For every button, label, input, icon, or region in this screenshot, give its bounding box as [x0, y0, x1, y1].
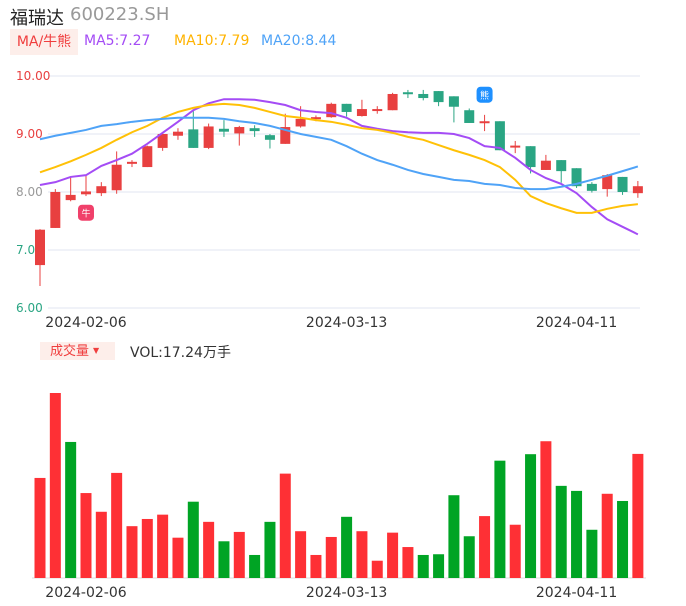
x-tick-label: 2024-04-11 [536, 315, 617, 331]
volume-bar [295, 531, 307, 578]
volume-bar [126, 526, 138, 578]
candle-down [464, 110, 475, 123]
volume-x-tick-label: 2024-03-13 [306, 585, 387, 601]
volume-bar [233, 531, 245, 578]
volume-x-tick-label: 2024-02-06 [45, 585, 126, 601]
candle-up [96, 186, 107, 194]
candle-down [418, 93, 429, 99]
volume-bar [141, 518, 153, 578]
bear-marker-label: 熊 [480, 90, 489, 102]
volume-tab-label: 成交量 [50, 344, 90, 359]
volume-bar [279, 473, 291, 578]
x-tick-label: 2024-03-13 [306, 315, 387, 331]
volume-bar [95, 511, 107, 578]
candle-down [188, 129, 199, 148]
volume-bar [34, 477, 46, 578]
volume-bar [80, 493, 92, 578]
candle-down [448, 96, 459, 107]
volume-bar [433, 554, 445, 578]
volume-bar [65, 441, 77, 578]
volume-bar [494, 460, 506, 578]
volume-bar [448, 495, 460, 578]
volume-bar [617, 500, 629, 578]
candle-up [356, 109, 367, 117]
volume-bar [310, 554, 322, 578]
candle-down [402, 92, 413, 95]
volume-bar [402, 547, 414, 578]
volume-bar [479, 516, 491, 578]
candle-up [111, 164, 122, 191]
candle-up [126, 161, 137, 164]
candle-up [479, 121, 490, 124]
volume-bar [371, 560, 383, 578]
volume-bar [540, 441, 552, 578]
volume-bar [325, 536, 337, 578]
volume-bar [463, 536, 475, 578]
candle-up [510, 145, 521, 148]
candle-down [433, 91, 444, 103]
dropdown-triangle-icon: ▼ [93, 346, 100, 355]
candle-down [494, 121, 505, 151]
volume-bar [203, 521, 215, 578]
stock-code: 600223.SH [70, 4, 170, 25]
volume-bar [249, 554, 261, 578]
candle-up [50, 192, 61, 228]
ma10-line [39, 102, 638, 214]
stock-name: 福瑞达 [10, 8, 64, 29]
candle-up [540, 160, 551, 170]
candle-up [387, 93, 398, 111]
candle-up [234, 127, 245, 134]
y-tick-label: 9.00 [16, 127, 43, 141]
volume-indicator-dropdown[interactable]: 成交量 ▼ [40, 342, 115, 360]
volume-bar [417, 554, 429, 578]
candle-up [632, 186, 643, 194]
volume-bar [387, 532, 399, 578]
candle-down [556, 160, 567, 172]
bull-marker-label: 牛 [81, 208, 90, 220]
volume-value: VOL:17.24万手 [130, 345, 231, 361]
volume-bar [49, 393, 61, 578]
ma20-label: MA20:8.44 [261, 33, 337, 49]
volume-bar [356, 531, 368, 578]
x-tick-label: 2024-02-06 [45, 315, 126, 331]
y-tick-label: 10.00 [16, 69, 50, 83]
candle-up [80, 191, 91, 195]
volume-bar [586, 529, 598, 578]
y-tick-label: 8.00 [16, 185, 43, 199]
volume-bar [525, 454, 537, 578]
candle-up [203, 126, 214, 148]
volume-bar [111, 472, 123, 578]
candle-up [295, 118, 306, 127]
volume-bar [218, 541, 230, 578]
ma-indicator-tab[interactable]: MA/牛熊 [10, 29, 78, 55]
volume-x-tick-label: 2024-04-11 [536, 585, 617, 601]
y-tick-label: 6.00 [16, 301, 43, 315]
volume-bar [341, 516, 353, 578]
volume-bar [632, 453, 644, 578]
candle-down [341, 103, 352, 112]
candle-down [264, 135, 275, 140]
candle-up [65, 194, 76, 201]
candle-down [586, 183, 597, 191]
volume-bar [571, 490, 583, 578]
candle-up [172, 131, 183, 136]
volume-bar [264, 521, 276, 578]
volume-bar [187, 501, 199, 578]
candle-down [218, 128, 229, 132]
candle-down [525, 146, 536, 168]
volume-bar [601, 493, 613, 578]
chart-canvas[interactable]: 10.009.008.007.006.002024-02-062024-02-0… [0, 0, 686, 606]
stock-chart: 10.00 9.00 8.00 7.00 6.00 2024-02-06 2024-02-0… [0, 0, 686, 606]
volume-bar [172, 537, 184, 578]
ma5-label: MA5:7.27 [84, 33, 151, 49]
volume-bar [555, 485, 567, 578]
candle-up [372, 109, 383, 112]
volume-bar [509, 524, 521, 578]
volume-bar [157, 514, 169, 578]
candle-up [35, 229, 45, 266]
ma10-label: MA10:7.79 [174, 33, 250, 49]
candle-up [142, 146, 153, 168]
candle-down [617, 176, 628, 192]
candle-down [249, 128, 260, 132]
